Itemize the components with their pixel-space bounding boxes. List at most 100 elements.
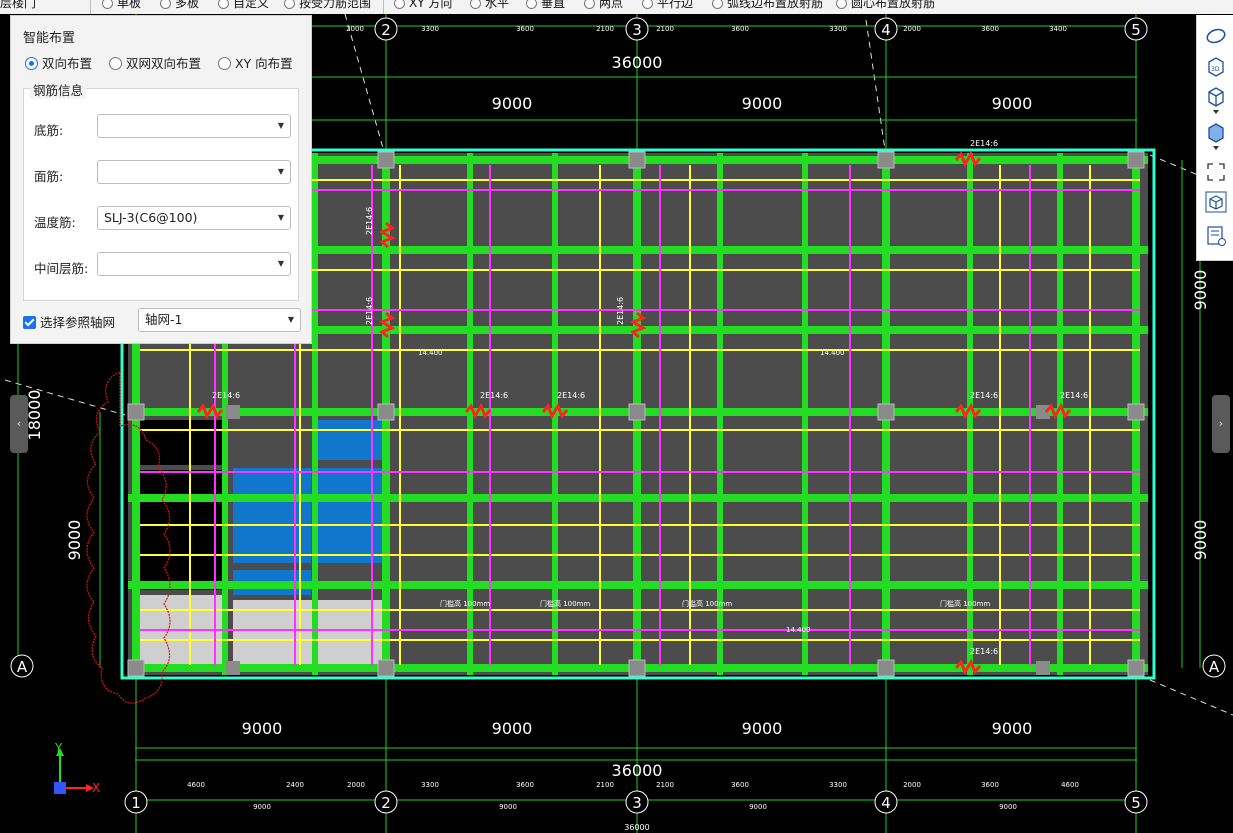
rebar-tag-text: 2E14:6 [616,297,625,325]
rebar-tag-text: 2E14:6 [1060,391,1088,400]
toolbar-separator [383,0,384,14]
checkbox-checked-icon [23,316,36,329]
column [628,151,646,169]
top-sub-dim: 3600 [731,25,749,33]
axis-number: 2 [381,21,391,39]
left-collapse-handle[interactable]: ‹ [10,395,28,453]
temperature-rebar-label: 温度筋: [34,215,76,230]
cube-wire-icon[interactable] [1205,85,1227,107]
option-single-slab[interactable]: 单板 [102,0,141,12]
toolbar-strip: 层楼门 单板 多板 自定义 按受力筋范围 XY 方向 水平 垂直 两点 平行边 … [0,0,1233,15]
top-sub-dim: 3300 [421,25,439,33]
radio-bidirectional[interactable]: 双向布置 [25,56,92,72]
right-dim-top: 9000 [1191,270,1210,311]
middle-rebar-label: 中间层筋: [34,261,89,276]
bottom-sub-dim: 2000 [347,781,365,789]
top-bay-dim: 9000 [492,94,533,113]
bottom-rebar-select[interactable]: ▼ [97,114,291,138]
fit-view-icon[interactable] [1205,161,1227,183]
panel-title: 智能布置 [23,31,76,46]
axis-number: 4 [881,21,891,39]
option-arc-radial[interactable]: 弧线边布置放射筋 [712,0,823,12]
rebar-info-group: 钢筋信息 底筋: ▼ 面筋: ▼ 温度筋: SLJ-3(C6@100) ▼ 中间层… [23,80,299,301]
axis-number: 1 [131,794,141,812]
rebar-tag-text: 2E14:6 [212,391,240,400]
option-horizontal[interactable]: 水平 [470,0,509,12]
bottom-sub-dim: 3300 [829,781,847,789]
option-custom[interactable]: 自定义 [218,0,269,12]
bottom-bay-dim: 9000 [742,719,783,738]
option-multi-slab[interactable]: 多板 [160,0,199,12]
right-collapse-handle[interactable]: › [1212,395,1230,453]
rebar-tag-text: 2E14:6 [970,647,998,656]
radio-double-net[interactable]: 双网双向布置 [109,56,201,72]
radio-icon [712,0,723,9]
rebar-tag-text: 2E14:6 [557,391,585,400]
bottom-sub-dim: 2100 [656,781,674,789]
temperature-rebar-select[interactable]: SLJ-3(C6@100) ▼ [97,206,291,230]
x-axis-label: X [92,781,100,795]
beam-secondary [802,153,808,675]
option-xy-direction[interactable]: XY 方向 [394,0,452,12]
option-parallel-edge[interactable]: 平行边 [642,0,693,12]
top-sub-dim: 3600 [516,25,534,33]
smart-layout-panel: 智能布置 双向布置 双网双向布置 XY 向布置 钢筋信息 底筋: ▼ 面筋: ▼… [10,15,312,344]
column [628,403,646,421]
chevron-down-icon[interactable] [1205,143,1227,153]
bottom-sub-dim: 3600 [981,781,999,789]
dropdown-arrow-icon: ▼ [277,259,284,268]
column [226,405,240,419]
ellipse-icon[interactable] [1205,25,1227,47]
top-rebar-label: 面筋: [34,169,64,184]
elevation-note: 14.400 [418,349,443,357]
axis-number: 4 [881,794,891,812]
axis-number: 3 [632,21,642,39]
dropdown-arrow-icon: ▼ [277,121,284,130]
chevron-down-icon[interactable] [1205,107,1227,117]
top-sub-dim: 3300 [829,25,847,33]
top-sub-dim: 2000 [903,25,921,33]
option-two-points[interactable]: 两点 [584,0,623,12]
radio-icon [109,57,122,70]
properties-icon[interactable] [1205,225,1227,247]
isometric-cube-icon[interactable] [1205,191,1227,213]
column [1127,403,1145,421]
bottom-small-dim: 9000 [749,803,767,811]
left-bay-dim: 9000 [65,520,84,561]
axis-number: 2 [381,794,391,812]
radio-icon [584,0,595,9]
floor-selector[interactable]: 层楼门 [0,0,36,12]
column [877,403,895,421]
axis-letter: A [17,658,28,676]
top-sub-dim: 2100 [596,25,614,33]
radio-selected-icon [25,57,38,70]
bottom-total-dim: 36000 [612,761,663,780]
top-rebar-select[interactable]: ▼ [97,160,291,184]
ref-grid-select[interactable]: 轴网-1 ▼ [138,308,301,332]
view-3d-icon[interactable]: 3D [1205,55,1227,77]
column [377,151,395,169]
bottom-sub-dim: 2000 [903,781,921,789]
top-sub-dim: 3400 [1049,25,1067,33]
cube-solid-icon[interactable] [1205,121,1227,143]
bottom-rebar-label: 底筋: [34,123,64,138]
door-note: 门槛高 100mm [440,599,490,608]
ref-grid-checkbox[interactable]: 选择参照轴网 [23,312,115,331]
radio-icon [160,0,171,9]
rebar-tag-text: 2E14:6 [365,207,374,235]
beam-secondary [467,153,473,675]
column [1127,151,1145,169]
dropdown-arrow-icon: ▼ [277,213,284,222]
bottom-sub-dim: 3300 [421,781,439,789]
radio-xy-layout[interactable]: XY 向布置 [218,56,293,72]
radio-icon [218,0,229,9]
column [628,659,646,677]
option-center-radial[interactable]: 圆心布置放射筋 [836,0,935,12]
option-vertical[interactable]: 垂直 [526,0,565,12]
middle-rebar-select[interactable]: ▼ [97,252,291,276]
bottom-small-total: 36000 [624,823,649,832]
radio-icon [284,0,295,9]
option-by-rebar-range[interactable]: 按受力筋范围 [284,0,371,12]
bottom-sub-dim: 4600 [187,781,205,789]
bottom-bay-dim: 9000 [492,719,533,738]
